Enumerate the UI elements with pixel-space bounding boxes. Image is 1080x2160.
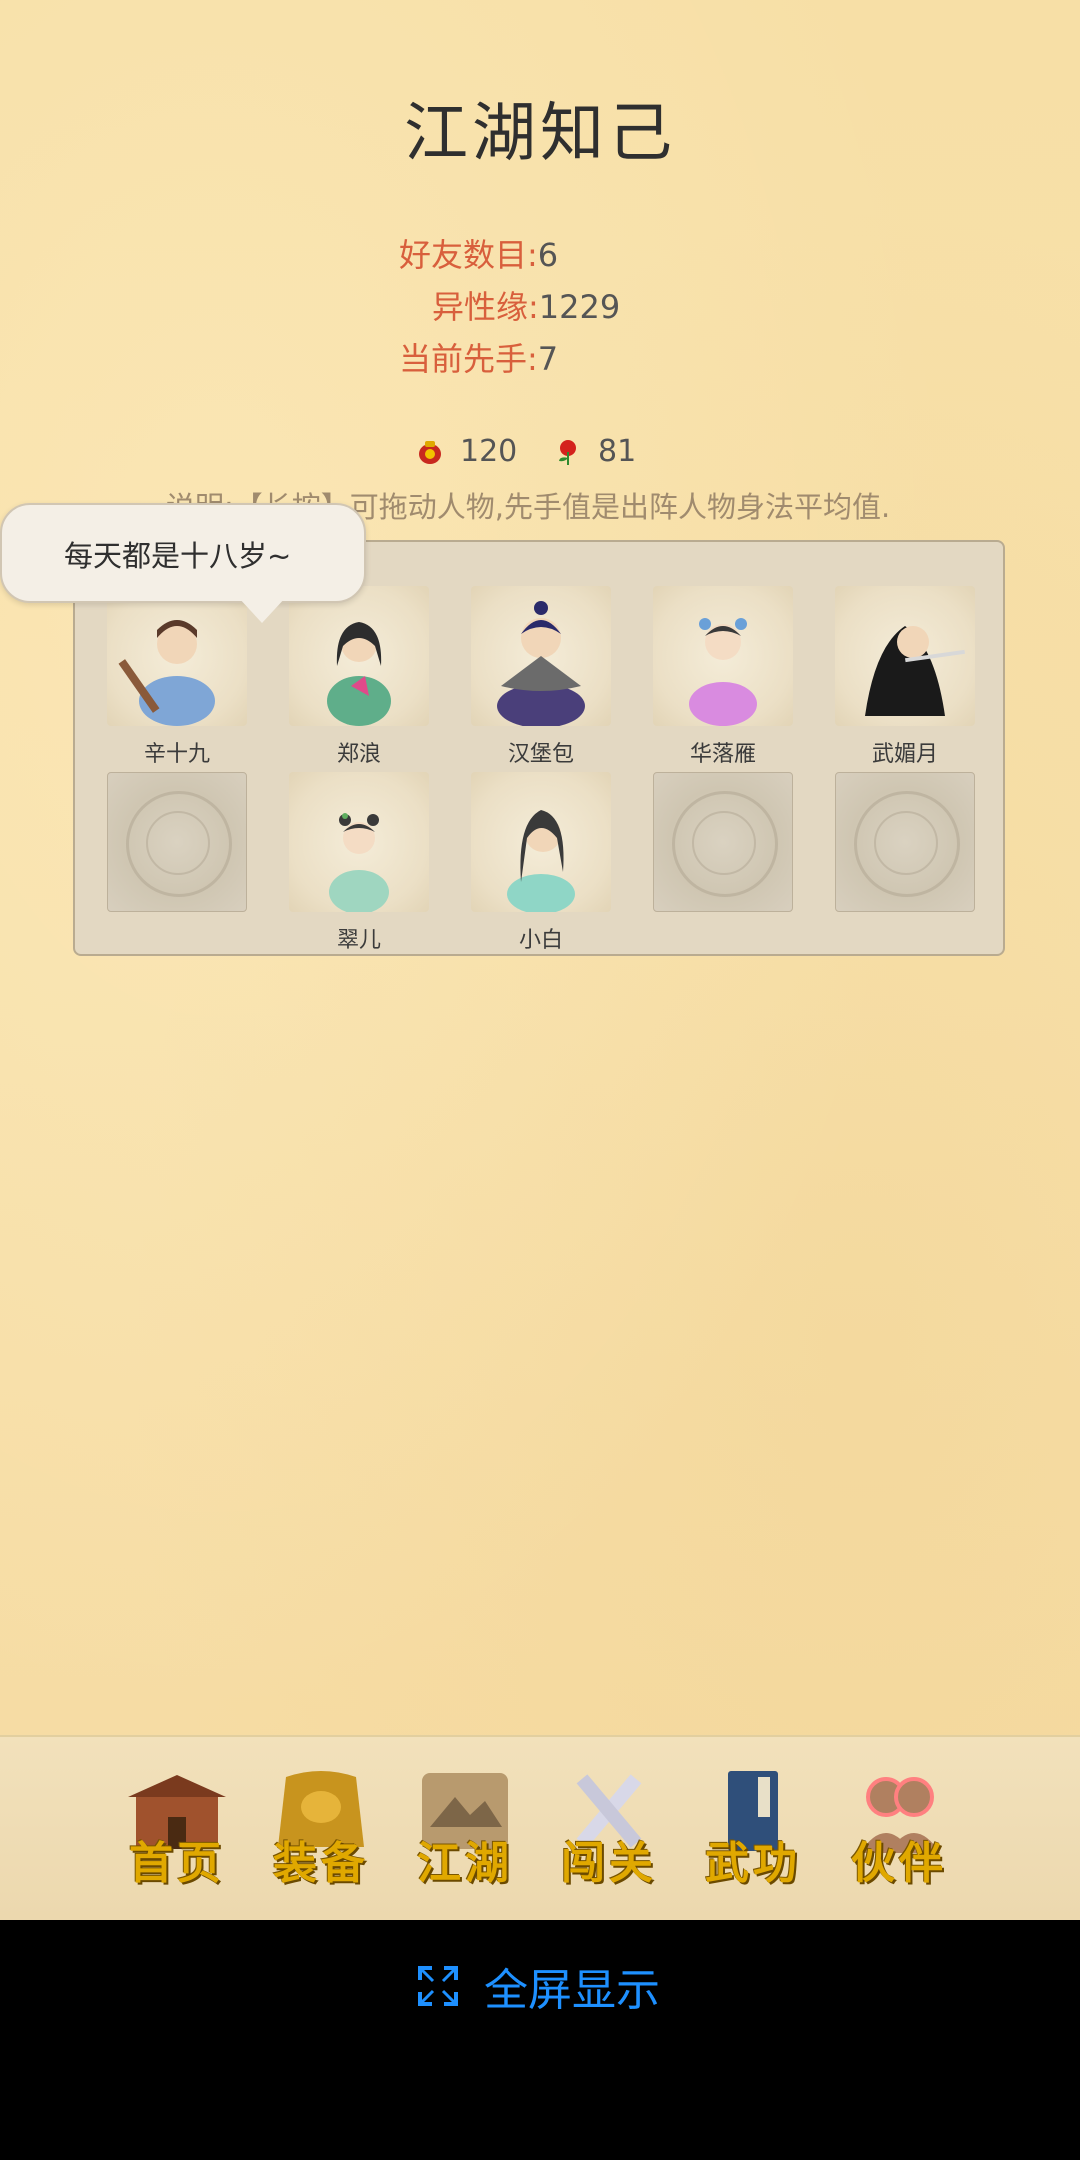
party-member-name: 翠儿 — [336, 928, 381, 953]
nav-martial-arts[interactable]: 武功 — [688, 1767, 818, 1897]
portrait-image — [107, 586, 247, 726]
party-slot[interactable]: 武媚月 — [835, 586, 975, 767]
stat-initiative: 当前先手:7 — [399, 334, 558, 380]
party-slot[interactable]: 汉堡包 — [471, 586, 611, 767]
stat-charm: 异性缘:1229 — [432, 282, 620, 328]
wine-count: 120 — [460, 434, 518, 469]
charm-label: 异性缘: — [432, 288, 539, 326]
nav-label: 江湖 — [417, 1838, 513, 1889]
portrait-image — [653, 586, 793, 726]
party-slot[interactable]: 翠儿 — [289, 772, 429, 953]
party-slot-empty[interactable] — [107, 772, 247, 912]
nav-label: 装备 — [273, 1838, 369, 1889]
party-slot[interactable]: 小白 — [471, 772, 611, 953]
party-slot-empty[interactable] — [653, 772, 793, 912]
party-member-name: 汉堡包 — [507, 742, 574, 767]
initiative-value: 7 — [537, 340, 559, 378]
nav-label: 闯关 — [561, 1838, 657, 1889]
party-member-name: 小白 — [518, 928, 563, 953]
nav-label: 伙伴 — [851, 1838, 947, 1889]
friends-label: 好友数目: — [399, 236, 538, 274]
nav-label: 首页 — [129, 1838, 225, 1889]
party-member-name: 郑浪 — [336, 742, 381, 767]
nav-equipment[interactable]: 装备 — [256, 1767, 386, 1897]
initiative-label: 当前先手: — [399, 340, 538, 378]
resource-wine: 120 — [416, 434, 517, 469]
portrait-image — [289, 772, 429, 914]
speech-bubble: 每天都是十八岁~ — [0, 503, 366, 623]
portrait-image — [289, 586, 429, 726]
portrait-image — [471, 772, 611, 914]
speech-bubble-text: 每天都是十八岁~ — [64, 539, 292, 573]
speech-bubble-tail — [238, 597, 286, 623]
wine-jar-icon — [419, 440, 441, 464]
nav-jianghu[interactable]: 江湖 — [400, 1767, 530, 1897]
nav-challenge[interactable]: 闯关 — [544, 1767, 674, 1897]
empty-slot-emblem-icon — [107, 772, 247, 912]
friends-value: 6 — [537, 236, 559, 274]
rose-icon — [559, 439, 576, 465]
party-member-name: 辛十九 — [143, 742, 210, 767]
fullscreen-label: 全屏显示 — [484, 1965, 660, 2016]
charm-value: 1229 — [538, 288, 621, 326]
party-member-name: 华落雁 — [689, 742, 756, 767]
portrait-image — [835, 586, 975, 726]
party-slot[interactable]: 郑浪 — [289, 586, 429, 767]
page-title: 江湖知己 — [404, 97, 676, 171]
expand-icon — [418, 1966, 458, 2006]
fullscreen-button[interactable]: 全屏显示 — [416, 1954, 660, 2018]
party-slot[interactable]: 辛十九 — [107, 586, 247, 767]
party-member-name: 武媚月 — [871, 742, 938, 767]
rose-count: 81 — [598, 434, 637, 469]
resource-rose: 81 — [554, 434, 636, 469]
stat-friends: 好友数目:6 — [399, 230, 558, 276]
portrait-image — [471, 586, 611, 728]
party-slot-empty[interactable] — [835, 772, 975, 912]
empty-slot-emblem-icon — [653, 772, 793, 912]
nav-home[interactable]: 首页 — [112, 1767, 242, 1897]
party-slot[interactable]: 华落雁 — [653, 586, 793, 767]
empty-slot-emblem-icon — [835, 772, 975, 912]
bottom-nav: 首页 装备 江湖 闯关 武功 伙伴 — [0, 1735, 1080, 1921]
nav-label: 武功 — [705, 1838, 801, 1889]
nav-partners[interactable]: 伙伴 — [834, 1767, 964, 1897]
